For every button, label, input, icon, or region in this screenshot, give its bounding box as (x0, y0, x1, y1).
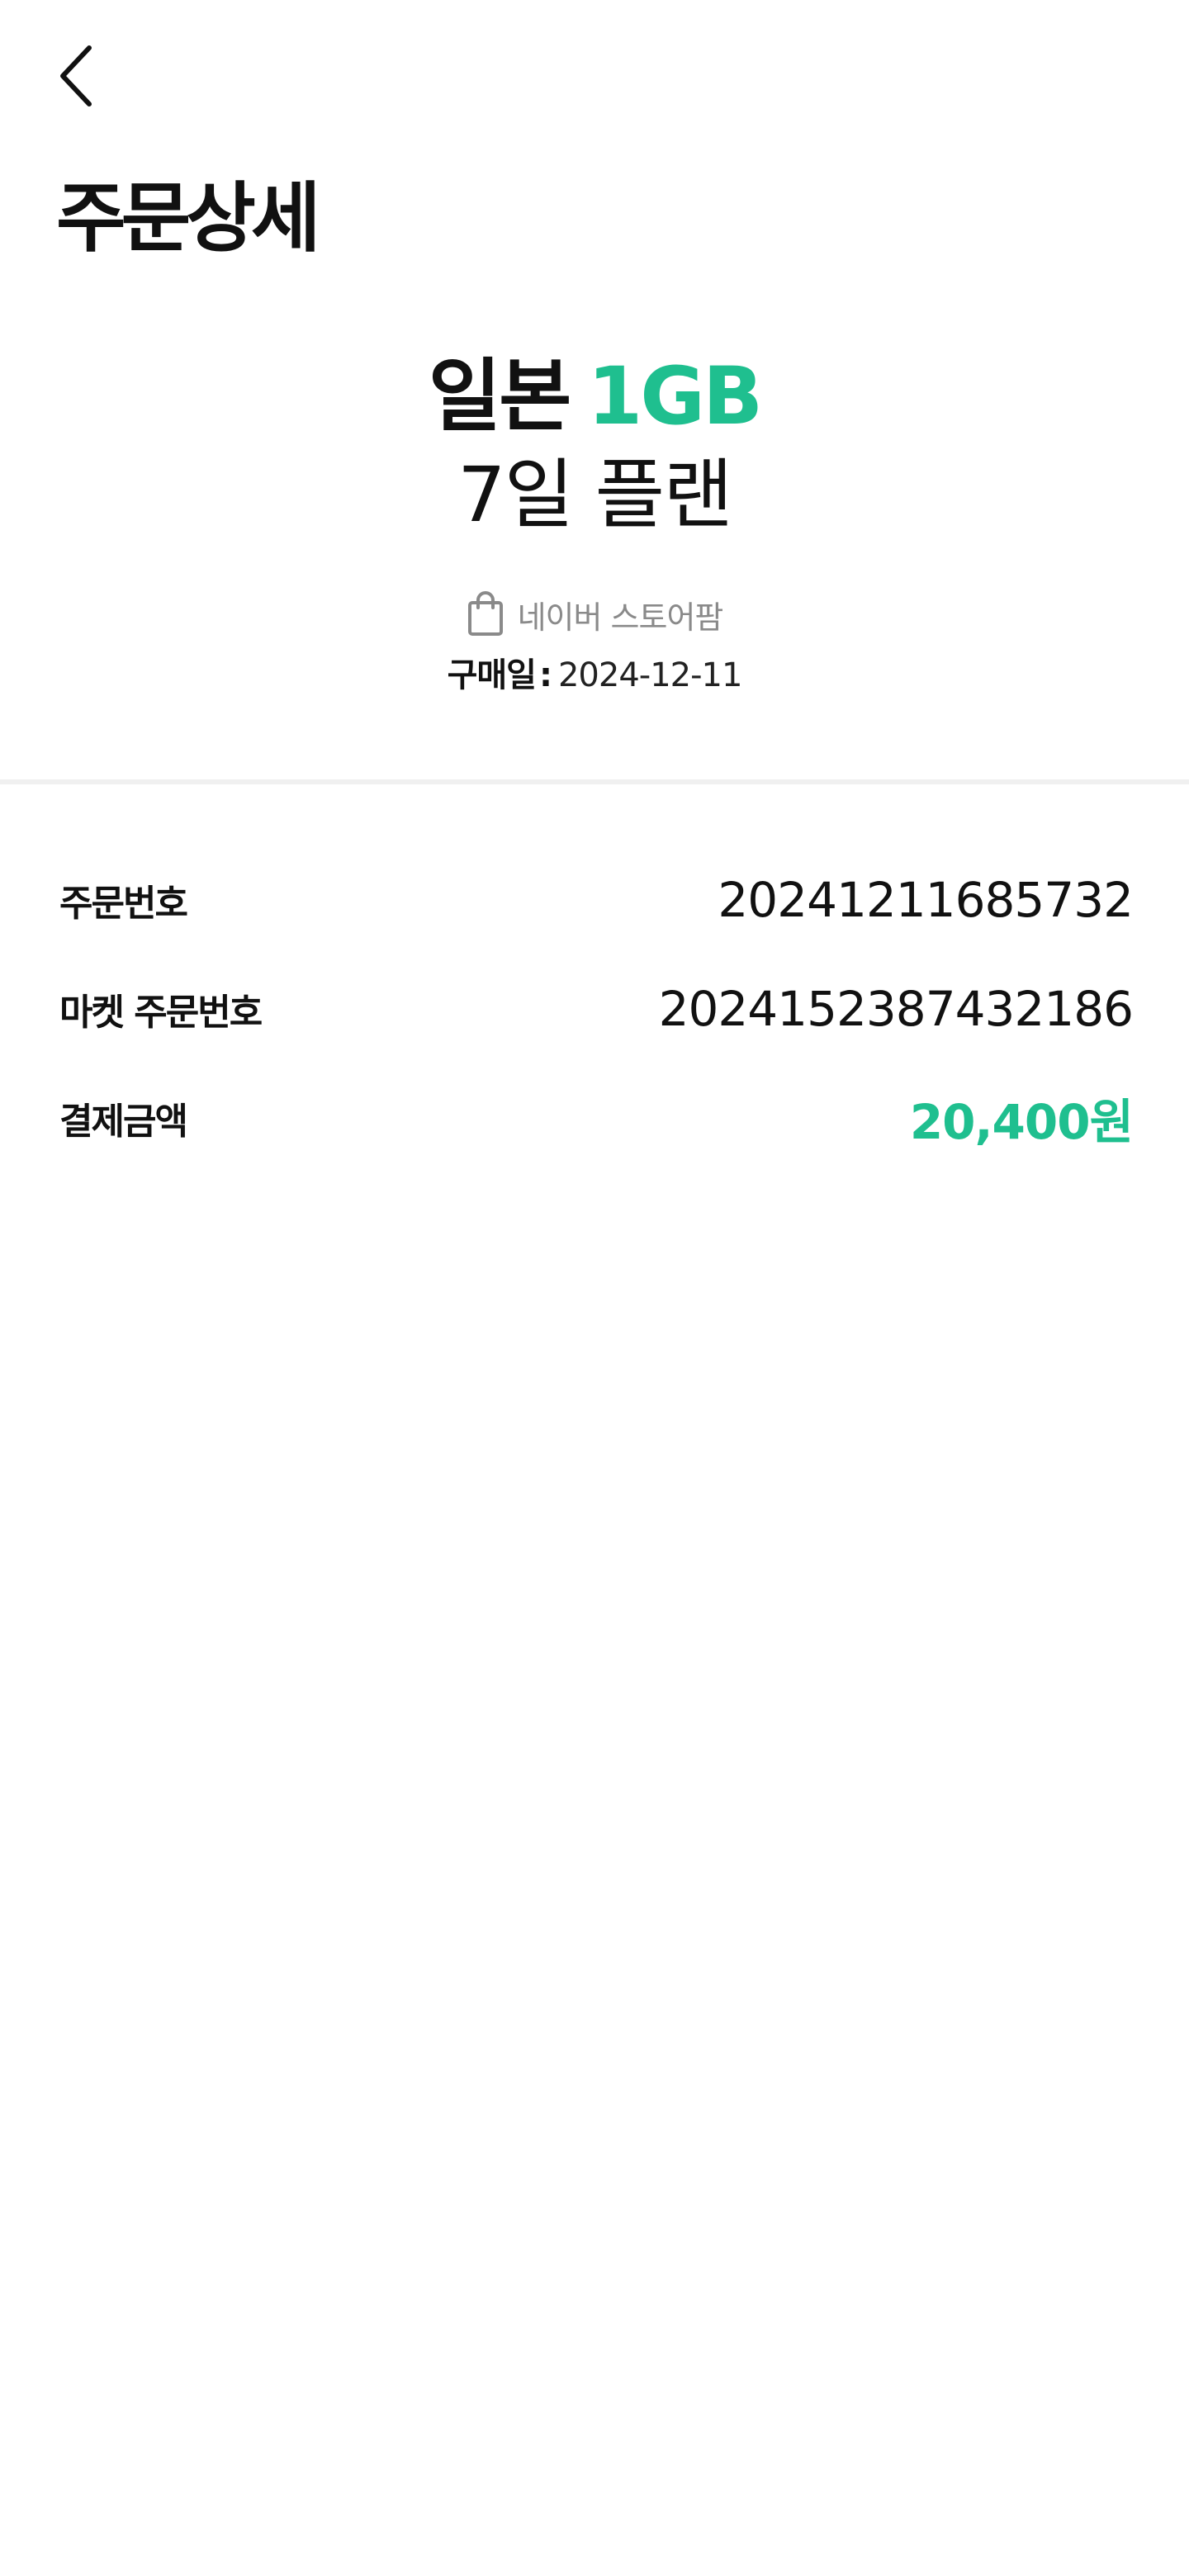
order-number-row: 주문번호 20241211685732 (59, 859, 1134, 941)
page-title: 주문상세 (56, 174, 321, 263)
purchase-date-value: 2024-12-11 (557, 656, 742, 694)
section-divider (0, 779, 1189, 784)
product-data-amount: 1GB (587, 350, 763, 443)
payment-amount-row: 결제금액 20,400원 (59, 1077, 1134, 1159)
payment-amount-label: 결제금액 (59, 1101, 188, 1143)
back-button[interactable] (46, 43, 106, 109)
chevron-left-icon (56, 45, 96, 107)
purchase-date-label: 구매일 (447, 656, 537, 694)
product-summary: 일본 1GB 7일 플랜 (0, 347, 1189, 545)
market-order-number-value: 2024152387432186 (658, 981, 1134, 1037)
purchase-date-separator: : (538, 656, 552, 694)
store-name: 네이버 스토어팜 (517, 599, 724, 636)
shopping-bag-icon (467, 591, 504, 637)
purchase-date-row: 구매일:2024-12-11 (0, 651, 1189, 700)
product-name: 일본 1GB (0, 347, 1189, 446)
store-info: 네이버 스토어팜 (0, 588, 1189, 641)
order-details: 주문번호 20241211685732 마켓 주문번호 202415238743… (59, 859, 1134, 1186)
product-country: 일본 (428, 350, 572, 443)
product-plan: 7일 플랜 (457, 451, 733, 539)
market-order-number-row: 마켓 주문번호 2024152387432186 (59, 968, 1134, 1050)
order-number-value: 20241211685732 (718, 872, 1134, 928)
order-number-label: 주문번호 (59, 883, 188, 925)
market-order-number-label: 마켓 주문번호 (59, 992, 263, 1034)
payment-amount-value: 20,400원 (909, 1094, 1134, 1150)
